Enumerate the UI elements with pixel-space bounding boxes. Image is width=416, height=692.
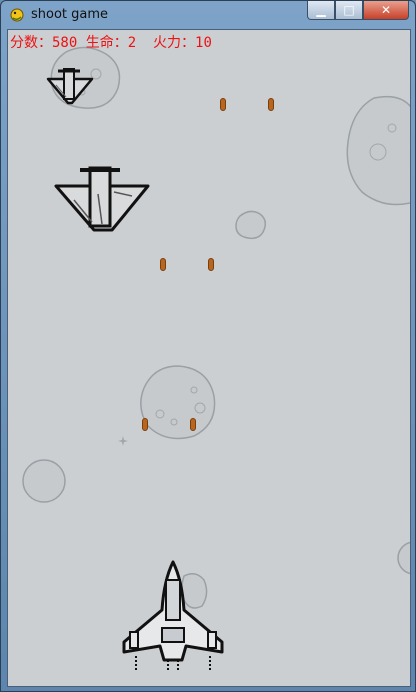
asteroid [346, 95, 410, 206]
bullet [208, 258, 214, 271]
bullet [268, 98, 274, 111]
close-icon: ✕ [380, 3, 392, 17]
score-label: 分数： [10, 35, 52, 51]
score-value: 580 [52, 35, 78, 51]
lives-label: 生命： [85, 35, 128, 51]
minimize-icon: ▁ [316, 3, 326, 17]
firepower-value: 10 [195, 35, 212, 51]
window-title: shoot game [31, 7, 109, 22]
maximize-icon: □ [343, 3, 355, 17]
asteroid [397, 541, 410, 575]
asteroid [140, 365, 216, 440]
enemy-plane-small [46, 68, 94, 105]
hud-status: 分数：580 生命：2 火力：10 [10, 32, 212, 52]
bullet [160, 258, 166, 271]
bullet [220, 98, 226, 111]
game-window: shoot game ▁ □ ✕ 分数：580 生命：2 火力：10 [0, 0, 416, 692]
firepower-label: 火力： [153, 35, 196, 51]
enemy-plane-large [54, 166, 150, 232]
small-rock [235, 210, 267, 240]
maximize-button[interactable]: □ [335, 1, 363, 20]
title-bar[interactable]: shoot game ▁ □ ✕ [1, 1, 415, 29]
close-button[interactable]: ✕ [363, 1, 409, 20]
player-jet[interactable] [118, 560, 228, 674]
asteroid [22, 459, 66, 503]
bullet [142, 418, 148, 431]
minimize-button[interactable]: ▁ [307, 1, 335, 20]
bullet [190, 418, 196, 431]
game-canvas[interactable]: 分数：580 生命：2 火力：10 [7, 29, 411, 687]
star-sparkle [118, 436, 128, 446]
pygame-snake-icon [10, 8, 24, 22]
lives-value: 2 [127, 35, 137, 51]
